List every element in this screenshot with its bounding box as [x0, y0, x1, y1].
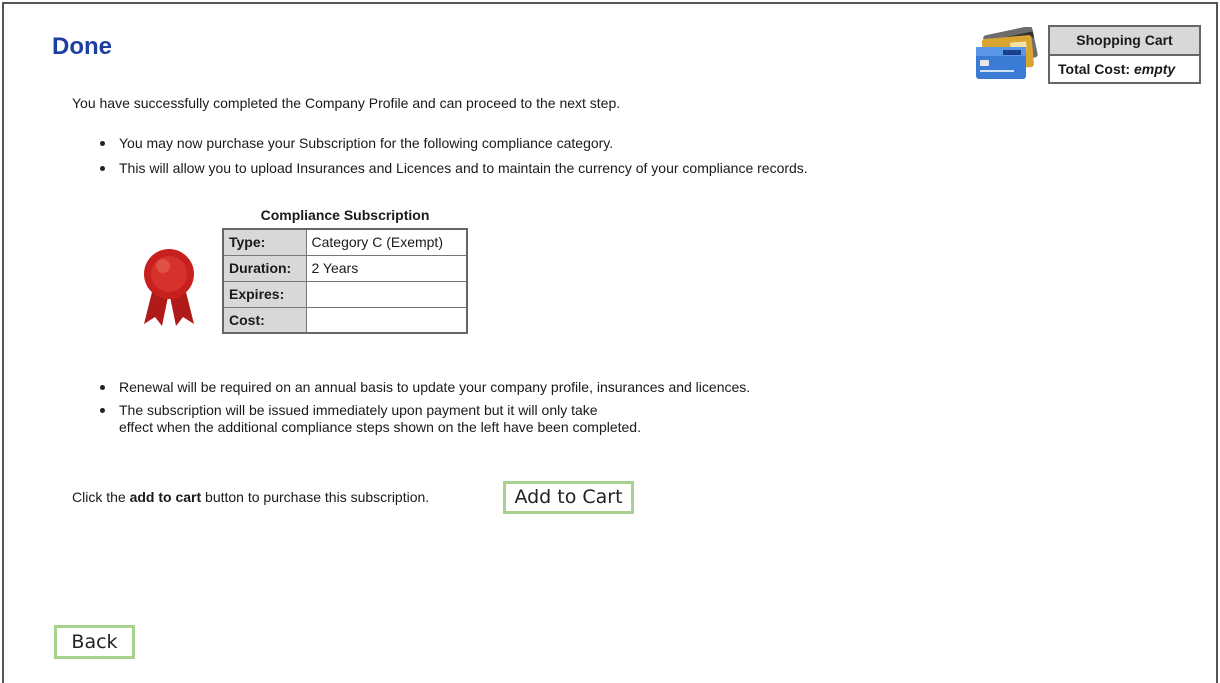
cost-value	[305, 306, 468, 334]
table-row: Expires:	[222, 280, 468, 308]
shopping-cart-summary: Shopping Cart Total Cost: empty	[1048, 25, 1201, 84]
intro-text: You have successfully completed the Comp…	[72, 95, 621, 111]
list-item: The subscription will be issued immediat…	[100, 402, 750, 436]
cta-suffix: button to purchase this subscription.	[201, 489, 430, 505]
cart-total: Total Cost: empty	[1050, 56, 1199, 82]
bullet-list-top: You may now purchase your Subscription f…	[100, 135, 808, 185]
cart-total-value: empty	[1133, 61, 1176, 77]
list-item-line: The subscription will be issued immediat…	[119, 402, 598, 418]
add-to-cart-button[interactable]: Add to Cart	[503, 481, 634, 514]
table-row: Type: Category C (Exempt)	[222, 228, 468, 256]
expires-label: Expires:	[222, 280, 307, 308]
award-ribbon-icon	[138, 246, 200, 333]
bullet-list-bottom: Renewal will be required on an annual ba…	[100, 379, 750, 442]
expires-value	[305, 280, 468, 308]
list-item: You may now purchase your Subscription f…	[100, 135, 808, 152]
duration-value: 2 Years	[305, 254, 468, 282]
cta-bold: add to cart	[129, 489, 202, 505]
add-to-cart-instruction: Click the add to cart button to purchase…	[72, 489, 429, 505]
duration-label: Duration:	[222, 254, 307, 282]
cost-label: Cost:	[222, 306, 307, 334]
list-item: Renewal will be required on an annual ba…	[100, 379, 750, 396]
cart-total-label: Total Cost:	[1058, 61, 1131, 77]
back-button[interactable]: Back	[54, 625, 135, 659]
type-label: Type:	[222, 228, 307, 256]
shopping-cart-heading: Shopping Cart	[1050, 27, 1199, 56]
page-title: Done	[52, 33, 112, 60]
cta-prefix: Click the	[72, 489, 130, 505]
table-row: Cost:	[222, 306, 468, 334]
type-value: Category C (Exempt)	[305, 228, 468, 256]
credit-cards-icon	[973, 26, 1043, 86]
list-item: This will allow you to upload Insurances…	[100, 160, 808, 177]
subscription-caption: Compliance Subscription	[260, 207, 430, 223]
table-row: Duration: 2 Years	[222, 254, 468, 282]
list-item-line: effect when the additional compliance st…	[119, 419, 641, 435]
subscription-table: Type: Category C (Exempt) Duration: 2 Ye…	[222, 228, 468, 334]
